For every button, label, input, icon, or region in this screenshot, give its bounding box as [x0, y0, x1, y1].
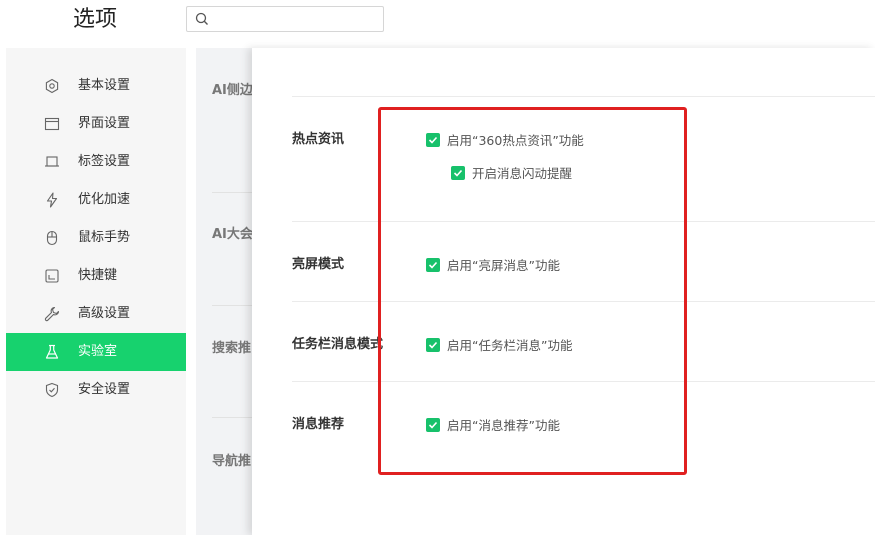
- sidebar: 基本设置 界面设置 标签设置 优化加速 鼠标手势 快捷键 高级设置 实验室 安全…: [6, 48, 186, 535]
- bg-section-label: AI大会: [212, 227, 253, 242]
- bg-section-label: 导航推: [212, 454, 252, 469]
- sidebar-item-shortcuts[interactable]: 快捷键: [6, 257, 186, 295]
- flask-icon: [45, 344, 59, 359]
- bg-section-label: 搜索推: [212, 341, 252, 356]
- page-title: 选项: [73, 7, 118, 32]
- section-title-taskbar-message: 任务栏消息模式: [292, 337, 384, 352]
- sidebar-item-advanced-settings[interactable]: 高级设置: [6, 295, 186, 333]
- sidebar-item-mouse-gestures[interactable]: 鼠标手势: [6, 219, 186, 257]
- sidebar-item-lab[interactable]: 实验室: [6, 333, 186, 371]
- sidebar-item-optimize[interactable]: 优化加速: [6, 181, 186, 219]
- sidebar-item-label: 鼠标手势: [78, 230, 131, 245]
- gear-icon: [45, 78, 59, 94]
- sidebar-item-security-settings[interactable]: 安全设置: [6, 371, 186, 409]
- bg-section-label: AI侧边: [212, 83, 253, 98]
- search-icon: [195, 12, 208, 25]
- section-title-message-recommend: 消息推荐: [292, 417, 345, 432]
- sidebar-item-interface-settings[interactable]: 界面设置: [6, 105, 186, 143]
- shield-icon: [45, 382, 59, 398]
- header: 选项: [0, 0, 875, 48]
- sidebar-item-label: 快捷键: [78, 268, 118, 283]
- highlight-box: [378, 107, 687, 475]
- sidebar-item-label: 高级设置: [78, 306, 131, 321]
- section-title-hot-news: 热点资讯: [292, 132, 345, 147]
- sidebar-item-label: 优化加速: [78, 192, 131, 207]
- window-icon: [44, 117, 60, 131]
- mouse-icon: [46, 230, 58, 246]
- section-title-bright-screen: 亮屏模式: [292, 257, 345, 272]
- sidebar-item-basic-settings[interactable]: 基本设置: [6, 67, 186, 105]
- divider: [292, 96, 875, 97]
- sidebar-item-label: 实验室: [78, 344, 118, 359]
- sidebar-item-label: 基本设置: [78, 78, 131, 93]
- search-box[interactable]: [186, 6, 384, 32]
- keyboard-icon: [45, 269, 59, 283]
- lightning-icon: [46, 192, 58, 208]
- sidebar-item-label: 安全设置: [78, 382, 131, 397]
- sidebar-item-label: 标签设置: [78, 154, 131, 169]
- sidebar-item-tab-settings[interactable]: 标签设置: [6, 143, 186, 181]
- sidebar-item-label: 界面设置: [78, 116, 131, 131]
- search-input[interactable]: [213, 9, 382, 31]
- wrench-icon: [44, 306, 60, 322]
- tab-icon: [45, 156, 59, 167]
